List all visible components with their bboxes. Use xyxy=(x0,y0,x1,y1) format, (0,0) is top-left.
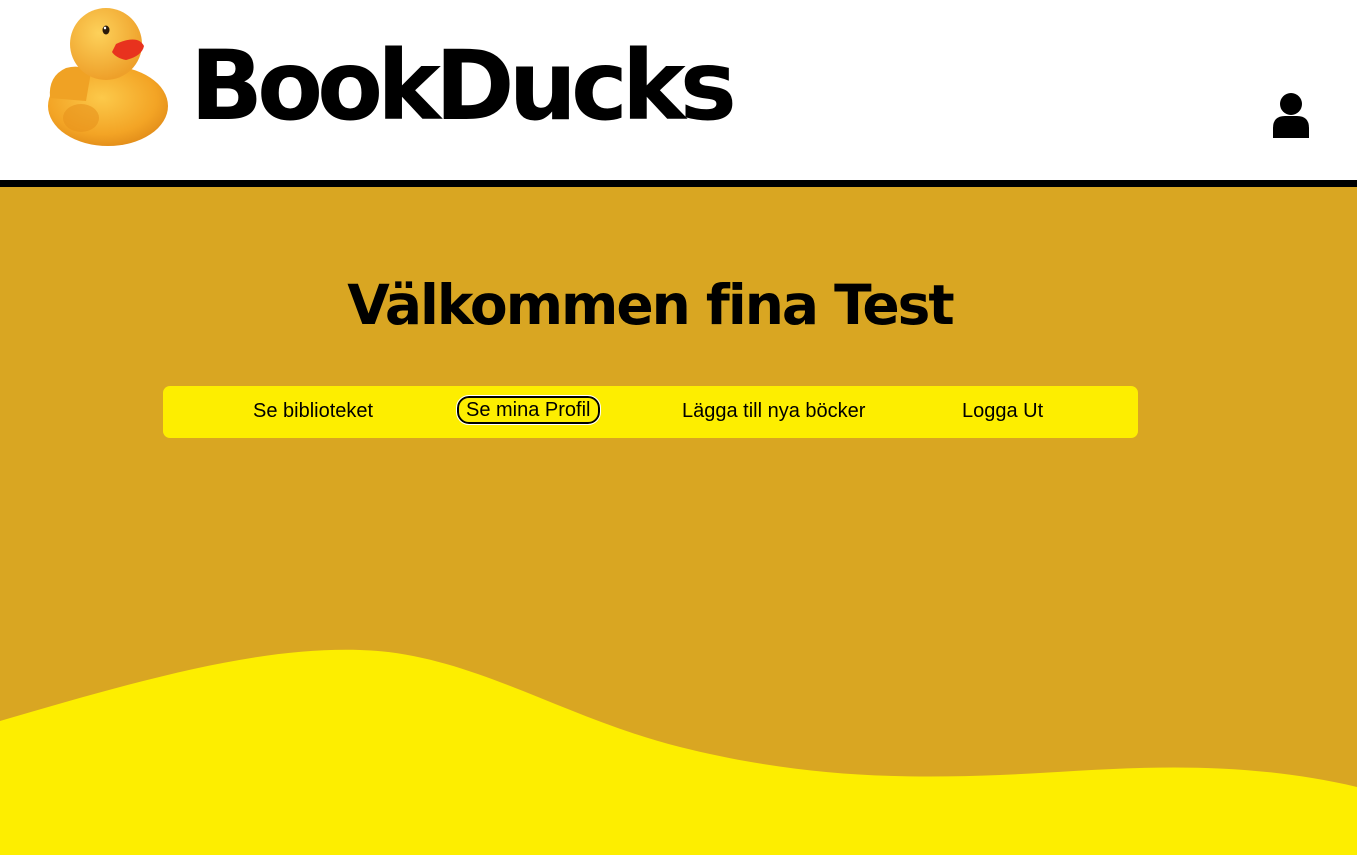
rubber-duck-icon xyxy=(48,8,168,146)
decorative-wave xyxy=(0,649,1357,855)
nav-bar: Se biblioteket Se mina Profil Lägga till… xyxy=(163,386,1138,438)
site-header: BookDucks xyxy=(0,0,1357,187)
nav-item-profile[interactable]: Se mina Profil xyxy=(456,395,601,425)
nav-item-library[interactable]: Se biblioteket xyxy=(253,399,373,423)
nav-item-add-books[interactable]: Lägga till nya böcker xyxy=(682,399,865,423)
brand-name: BookDucks xyxy=(190,30,737,142)
welcome-heading: Välkommen fina Test xyxy=(347,273,954,337)
nav-item-logout[interactable]: Logga Ut xyxy=(962,399,1043,423)
main-content: Välkommen fina Test Se biblioteket Se mi… xyxy=(0,187,1357,855)
user-icon[interactable] xyxy=(1271,92,1311,138)
